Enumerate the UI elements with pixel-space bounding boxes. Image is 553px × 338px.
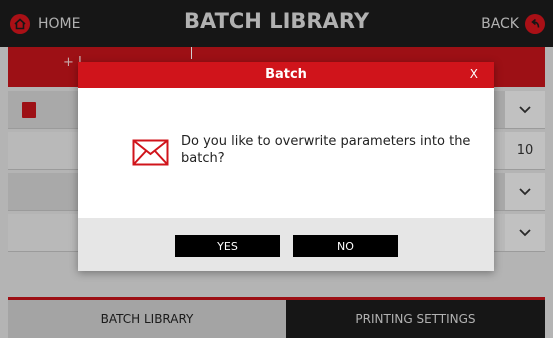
dialog-body: Do you like to overwrite parameters into…: [78, 88, 494, 218]
confirm-dialog: Batch X Do you like to overwrite paramet…: [78, 62, 494, 271]
dialog-message: Do you like to overwrite parameters into…: [181, 134, 471, 166]
envelope-icon: [132, 139, 169, 166]
dialog-header: Batch X: [78, 62, 494, 88]
no-button[interactable]: NO: [293, 235, 398, 257]
screen: HOME BATCH LIBRARY BACK + I 10 BATCH LIB…: [0, 0, 553, 338]
close-button[interactable]: X: [470, 67, 478, 81]
dialog-footer: YES NO: [78, 218, 494, 271]
yes-button[interactable]: YES: [175, 235, 280, 257]
dialog-title: Batch: [265, 67, 307, 82]
